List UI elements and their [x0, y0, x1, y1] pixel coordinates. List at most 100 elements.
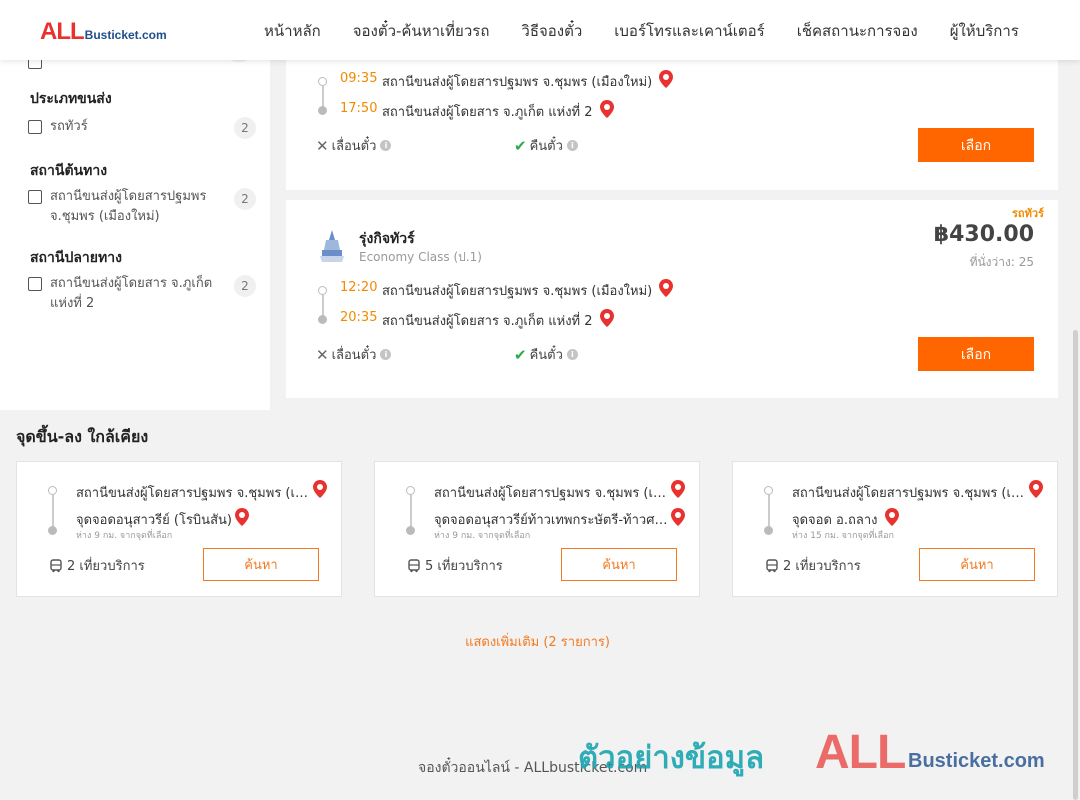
- logo-busticket-text: Busticket.com: [84, 28, 167, 42]
- nearby-from-station: สถานีขนส่งผู้โดยสารปฐมพร จ.ชุมพร (เมืองใ…: [434, 486, 672, 501]
- logo-all-text: ALL: [40, 18, 85, 45]
- route-start-dot: [318, 77, 327, 86]
- map-pin-icon[interactable]: [659, 279, 673, 297]
- map-pin-icon[interactable]: [671, 508, 685, 526]
- nearby-trip-count: 5 เที่ยวบริการ: [407, 555, 503, 576]
- no-change-label: เลื่อนตั๋ว: [331, 348, 377, 363]
- map-pin-icon[interactable]: [235, 508, 249, 526]
- select-trip-button[interactable]: เลือก: [918, 128, 1034, 162]
- depart-station: สถานีขนส่งผู้โดยสารปฐมพร จ.ชุมพร (เมืองใ…: [382, 284, 653, 299]
- bus-class: Economy Class (ป.1): [359, 250, 482, 264]
- nearby-trips-label: 2 เที่ยวบริการ: [67, 559, 145, 574]
- nearby-search-button[interactable]: ค้นหา: [203, 548, 319, 581]
- filter-count: 2: [234, 275, 256, 297]
- nearby-search-button[interactable]: ค้นหา: [561, 548, 677, 581]
- map-pin-icon[interactable]: [671, 480, 685, 498]
- route-line: [52, 495, 54, 528]
- nearby-to-station: จุดจอดอนุสาวรีย์ท้าวเทพกระษัตรี-ท้าวศรีส…: [434, 513, 672, 528]
- route-end-dot: [318, 106, 327, 115]
- route-start-dot: [48, 486, 57, 495]
- refund-label: คืนตั๋ว: [529, 348, 563, 363]
- info-icon[interactable]: i: [566, 349, 578, 360]
- main-nav: หน้าหลัก จองตั๋ว-ค้นหาเที่ยวรถ วิธีจองตั…: [264, 19, 1051, 43]
- info-icon[interactable]: i: [566, 140, 578, 151]
- nearby-to-station: จุดจอดอนุสาวรีย์ (โรบินสัน): [76, 513, 232, 528]
- route-line: [322, 295, 324, 316]
- info-icon[interactable]: i: [380, 140, 392, 151]
- check-icon: ✔: [514, 136, 527, 155]
- filter-title-transport-type: ประเภทขนส่ง: [30, 91, 112, 107]
- map-pin-icon[interactable]: [313, 480, 327, 498]
- nav-operators[interactable]: ผู้ให้บริการ: [950, 19, 1019, 43]
- map-pin-icon[interactable]: [885, 508, 899, 526]
- depart-time: 09:35: [340, 71, 378, 86]
- nearby-from-station: สถานีขนส่งผู้โดยสารปฐมพร จ.ชุมพร (เมืองใ…: [76, 486, 314, 501]
- bus-icon: [766, 558, 778, 572]
- nav-how-to-book[interactable]: วิธีจองตั๋ว: [521, 19, 582, 43]
- nav-book-search[interactable]: จองตั๋ว-ค้นหาเที่ยวรถ: [353, 19, 490, 43]
- filter-checkbox[interactable]: [28, 120, 42, 134]
- nearby-to-station: จุดจอด อ.ถลาง: [792, 513, 878, 528]
- nearby-trip-count: 2 เที่ยวบริการ: [765, 555, 861, 576]
- filter-option-origin-station[interactable]: สถานีขนส่งผู้โดยสารปฐมพร จ.ชุมพร (เมืองใ…: [28, 187, 258, 227]
- nearby-card: สถานีขนส่งผู้โดยสารปฐมพร จ.ชุมพร (เมืองใ…: [16, 461, 342, 597]
- trip-price: ฿430.00: [933, 222, 1034, 247]
- x-mark-icon: ✕: [316, 136, 329, 155]
- map-pin-icon[interactable]: [1029, 480, 1043, 498]
- refund-feature: ✔ คืนตั๋ว i: [514, 344, 578, 365]
- filter-checkbox[interactable]: [28, 277, 42, 291]
- map-pin-icon[interactable]: [659, 70, 673, 88]
- filter-title-destination: สถานีปลายทาง: [30, 250, 122, 266]
- watermark-text: ตัวอย่างข้อมูล: [578, 740, 765, 776]
- nav-check-booking[interactable]: เช็คสถานะการจอง: [797, 19, 918, 43]
- page-scrollbar[interactable]: [1073, 330, 1078, 800]
- depart-time: 12:20: [340, 280, 378, 295]
- vehicle-category-tag: รถทัวร์: [1012, 207, 1044, 220]
- show-more-link[interactable]: แสดงเพิ่มเติม (2 รายการ): [0, 631, 1075, 652]
- map-pin-icon[interactable]: [600, 309, 614, 327]
- route-start-dot: [318, 286, 327, 295]
- nearby-distance: ห่าง 9 กม. จากจุดที่เลือก: [76, 531, 173, 541]
- nav-home[interactable]: หน้าหลัก: [264, 19, 321, 43]
- x-mark-icon: ✕: [316, 345, 329, 364]
- nearby-search-button[interactable]: ค้นหา: [919, 548, 1035, 581]
- filter-label: สถานีขนส่งผู้โดยสารปฐมพร จ.ชุมพร (เมืองใ…: [50, 189, 207, 224]
- filter-label: สถานีขนส่งผู้โดยสาร จ.ภูเก็ต แห่งที่ 2: [50, 276, 213, 311]
- arrive-station: สถานีขนส่งผู้โดยสาร จ.ภูเก็ต แห่งที่ 2: [382, 314, 593, 329]
- arrive-station: สถานีขนส่งผู้โดยสาร จ.ภูเก็ต แห่งที่ 2: [382, 105, 593, 120]
- map-pin-icon[interactable]: [600, 100, 614, 118]
- no-change-label: เลื่อนตั๋ว: [331, 139, 377, 154]
- filter-option-tour-bus[interactable]: รถทัวร์ 2: [28, 117, 258, 139]
- select-trip-button[interactable]: เลือก: [918, 337, 1034, 371]
- nearby-card: สถานีขนส่งผู้โดยสารปฐมพร จ.ชุมพร (เมืองใ…: [374, 461, 700, 597]
- nearby-distance: ห่าง 15 กม. จากจุดที่เลือก: [792, 531, 894, 541]
- top-header: ALL Busticket.com หน้าหลัก จองตั๋ว-ค้นหา…: [0, 0, 1080, 60]
- bus-icon: [408, 558, 420, 572]
- info-icon[interactable]: i: [380, 349, 392, 360]
- route-start-dot: [764, 486, 773, 495]
- no-change-feature: ✕ เลื่อนตั๋ว i: [316, 344, 392, 365]
- refund-label: คืนตั๋ว: [529, 139, 563, 154]
- nearby-from-station: สถานีขนส่งผู้โดยสารปฐมพร จ.ชุมพร (เมืองใ…: [792, 486, 1030, 501]
- check-icon: ✔: [514, 345, 527, 364]
- arrive-time: 17:50: [340, 101, 378, 116]
- filter-checkbox[interactable]: [28, 190, 42, 204]
- no-change-feature: ✕ เลื่อนตั๋ว i: [316, 135, 392, 156]
- filter-option-destination-station[interactable]: สถานีขนส่งผู้โดยสาร จ.ภูเก็ต แห่งที่ 2 2: [28, 274, 258, 314]
- filter-sidebar: ประเภทขนส่ง รถทัวร์ 2 สถานีต้นทาง สถานีข…: [0, 52, 270, 410]
- nearby-trip-count: 2 เที่ยวบริการ: [49, 555, 145, 576]
- refund-feature: ✔ คืนตั๋ว i: [514, 135, 578, 156]
- trip-card: รถทัวร์ รุ่งกิจทัวร์ Economy Class (ป.1)…: [286, 200, 1058, 398]
- site-logo[interactable]: ALL Busticket.com: [40, 18, 167, 46]
- arrive-time: 20:35: [340, 310, 378, 325]
- operator-logo-icon: [320, 230, 344, 262]
- nearby-section-title: จุดขึ้น-ลง ใกล้เคียง: [16, 427, 149, 446]
- nearby-card: สถานีขนส่งผู้โดยสารปฐมพร จ.ชุมพร (เมืองใ…: [732, 461, 1058, 597]
- trip-card: 09:35 สถานีขนส่งผู้โดยสารปฐมพร จ.ชุมพร (…: [286, 60, 1058, 190]
- nav-phone-counter[interactable]: เบอร์โทรและเคาน์เตอร์: [614, 19, 764, 43]
- filter-title-origin: สถานีต้นทาง: [30, 163, 108, 179]
- route-start-dot: [406, 486, 415, 495]
- filter-count: 2: [234, 117, 256, 139]
- nearby-trips-label: 5 เที่ยวบริการ: [425, 559, 503, 574]
- route-end-dot: [48, 526, 57, 535]
